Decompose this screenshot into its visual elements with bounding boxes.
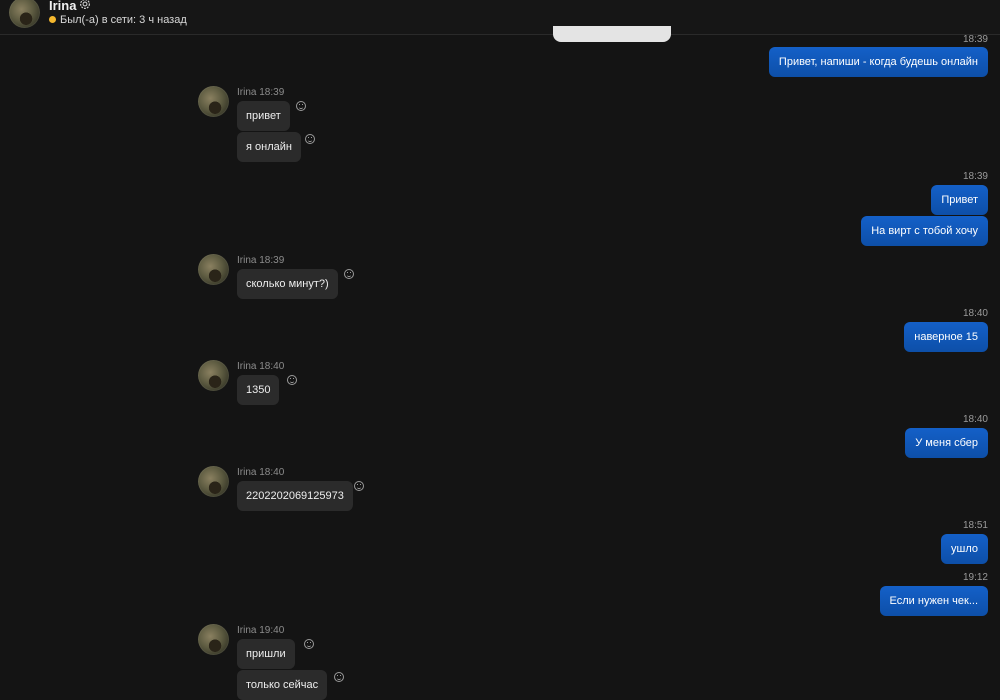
sender-avatar[interactable] (198, 624, 229, 655)
message-time: 18:39 (962, 34, 988, 45)
date-divider (553, 26, 671, 42)
message-meta: Irina 18:40 (237, 467, 285, 478)
sender-avatar[interactable] (198, 360, 229, 391)
incoming-message[interactable]: 2202202069125973 (237, 481, 353, 511)
message-time: 18:40 (962, 308, 988, 319)
sender-avatar[interactable] (198, 86, 229, 117)
incoming-message[interactable]: только сейчас (237, 670, 328, 700)
message-meta: Irina 18:39 (237, 255, 285, 266)
react-smile-icon[interactable] (354, 481, 364, 491)
react-smile-icon[interactable] (334, 672, 344, 682)
chat-header: Irina Был(-а) в сети: 3 ч назад (0, 0, 1000, 35)
message-time: 18:39 (962, 171, 988, 182)
message-meta: Irina 18:40 (237, 361, 285, 372)
presence-status: Был(-а) в сети: 3 ч назад (49, 14, 187, 26)
outgoing-message[interactable]: Привет (931, 185, 988, 215)
incoming-message[interactable]: я онлайн (237, 132, 301, 162)
react-smile-icon[interactable] (296, 101, 306, 111)
incoming-message[interactable]: сколько минут?) (237, 269, 338, 299)
sender-avatar[interactable] (198, 466, 229, 497)
react-smile-icon[interactable] (304, 639, 314, 649)
react-smile-icon[interactable] (305, 134, 315, 144)
contact-name[interactable]: Irina (49, 0, 76, 13)
outgoing-message[interactable]: У меня сбер (905, 428, 988, 458)
react-smile-icon[interactable] (344, 269, 354, 279)
outgoing-message[interactable]: На вирт с тобой хочу (861, 216, 988, 246)
gear-icon[interactable] (78, 0, 92, 11)
outgoing-message[interactable]: наверное 15 (904, 322, 988, 352)
incoming-message[interactable]: пришли (237, 639, 295, 669)
contact-avatar[interactable] (9, 0, 40, 28)
outgoing-message[interactable]: ушло (941, 534, 988, 564)
outgoing-message[interactable]: Привет, напиши - когда будешь онлайн (768, 47, 988, 77)
incoming-message[interactable]: привет (237, 101, 290, 131)
sender-avatar[interactable] (198, 254, 229, 285)
message-meta: Irina 18:39 (237, 87, 285, 98)
presence-dot-icon (49, 16, 56, 23)
message-time: 19:12 (962, 572, 988, 583)
message-meta: Irina 19:40 (237, 625, 285, 636)
outgoing-message[interactable]: Если нужен чек... (879, 586, 988, 616)
react-smile-icon[interactable] (287, 375, 297, 385)
message-time: 18:51 (962, 520, 988, 531)
message-time: 18:40 (962, 414, 988, 425)
incoming-message[interactable]: 1350 (237, 375, 280, 405)
